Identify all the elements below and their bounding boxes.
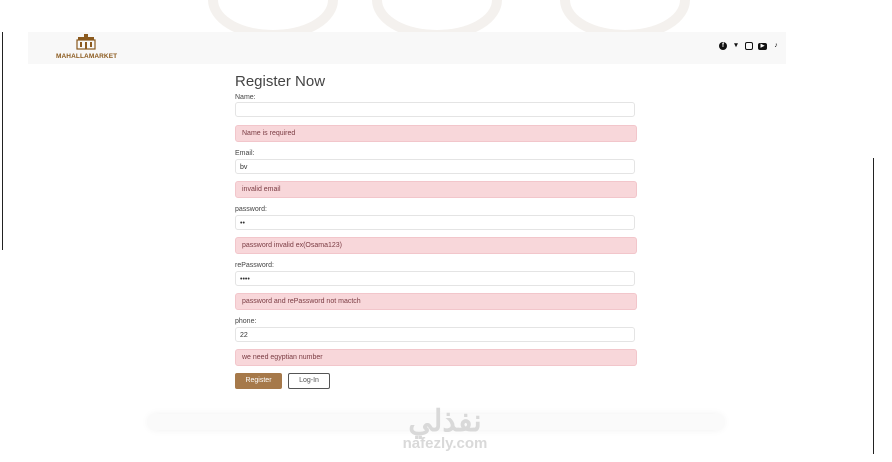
page-title: Register Now <box>235 73 326 90</box>
navbar: MAHALLAMARKET f ▾ ▶ ♪ <box>28 32 786 64</box>
password-input[interactable]: •• <box>235 215 635 230</box>
password-label: password: <box>235 206 267 213</box>
brand-logo[interactable]: MAHALLAMARKET <box>56 34 118 62</box>
youtube-icon[interactable]: ▶ <box>758 43 767 50</box>
brand-name: MAHALLAMARKET <box>56 53 118 60</box>
instagram-icon[interactable] <box>745 42 753 50</box>
password-error: password invalid ex(Osama123) <box>235 237 637 254</box>
login-button[interactable]: Log-In <box>288 373 330 389</box>
repassword-error: password and rePassword not mactch <box>235 293 637 310</box>
email-error: invalid email <box>235 181 637 198</box>
repassword-input[interactable]: •••• <box>235 271 635 286</box>
name-error: Name is required <box>235 125 637 142</box>
name-label: Name: <box>235 94 256 101</box>
watermark-arabic: نفذلي <box>408 405 482 438</box>
phone-error: we need egyptian number <box>235 349 637 366</box>
left-edge-line <box>2 32 3 250</box>
social-links: f ▾ ▶ ♪ <box>719 42 780 50</box>
email-input[interactable]: bv <box>235 159 635 174</box>
right-edge-line <box>873 158 874 454</box>
facebook-icon[interactable]: f <box>719 42 727 50</box>
market-building-icon <box>76 34 96 50</box>
name-input[interactable] <box>235 102 635 117</box>
phone-input[interactable]: 22 <box>235 327 635 342</box>
phone-label: phone: <box>235 318 257 325</box>
register-button[interactable]: Register <box>235 373 282 389</box>
email-label: Email: <box>235 150 255 157</box>
tiktok-icon[interactable]: ♪ <box>772 42 780 50</box>
twitter-icon[interactable]: ▾ <box>732 42 740 50</box>
watermark-latin: nafezly.com <box>402 435 488 452</box>
repassword-label: rePassword: <box>235 262 274 269</box>
watermark: نفذلي nafezly.com <box>380 405 510 462</box>
